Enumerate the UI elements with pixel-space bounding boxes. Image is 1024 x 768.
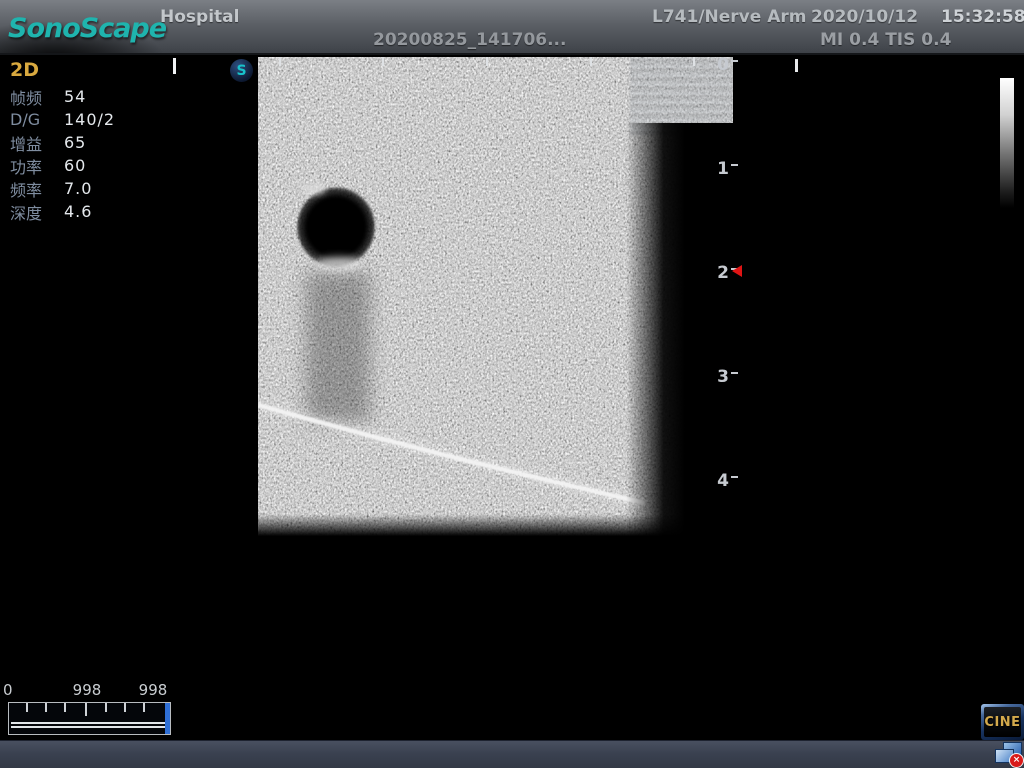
param-row-dg: D/G 140/2	[10, 108, 160, 131]
ruler-tick	[279, 57, 281, 66]
ruler-tick	[590, 57, 592, 66]
parameter-panel: 帧频 54 D/G 140/2 增益 65 功率 60 频率 7.0 深度 4.…	[10, 85, 160, 223]
cine-progress-track[interactable]	[8, 702, 171, 735]
ruler-tick	[693, 57, 695, 66]
cine-button-label: CINE	[984, 715, 1020, 730]
cine-button[interactable]: CINE	[981, 704, 1024, 740]
depth-tick	[731, 372, 738, 374]
param-value: 7.0	[64, 179, 92, 198]
cine-tick	[64, 703, 66, 712]
hospital-name: Hospital	[160, 7, 239, 27]
cine-tick	[143, 703, 145, 712]
depth-number: 2	[717, 264, 729, 283]
mode-label: 2D	[10, 59, 39, 81]
param-label: 深度	[10, 200, 64, 224]
depth-tick	[731, 476, 738, 478]
exam-time: 15:32:58	[941, 7, 1024, 27]
image-bottom-fade	[258, 514, 733, 540]
cine-button-face: CINE	[984, 707, 1021, 737]
depth-mark-1: 1	[704, 160, 738, 180]
depth-mark-4: 4	[704, 472, 738, 492]
taskbar	[0, 740, 1024, 768]
exam-date: 2020/10/12	[811, 7, 918, 27]
ruler-marker	[795, 59, 798, 72]
focus-marker-icon[interactable]	[732, 265, 742, 277]
cine-tick	[26, 703, 28, 712]
ruler-tick	[382, 57, 384, 66]
cine-tick	[124, 703, 126, 712]
param-row-framerate: 帧频 54	[10, 85, 160, 108]
cine-position-indicator[interactable]	[165, 703, 170, 734]
depth-tick	[731, 60, 738, 62]
ultrasound-console-screen: SonoScape Hospital 20200825_141706... L7…	[0, 0, 1024, 768]
param-row-power: 功率 60	[10, 154, 160, 177]
cine-rail	[11, 726, 168, 728]
network-error-badge: ×	[1009, 753, 1024, 768]
param-value: 65	[64, 133, 86, 152]
header-bar: SonoScape Hospital 20200825_141706... L7…	[0, 0, 1024, 55]
depth-mark-0: 0	[704, 56, 738, 76]
ruler-tick	[486, 57, 488, 66]
exam-id: 20200825_141706...	[373, 30, 566, 50]
cine-rail	[11, 722, 168, 724]
depth-mark-3: 3	[704, 368, 738, 388]
probe-orientation-icon: S	[230, 59, 253, 82]
param-value: 140/2	[64, 110, 115, 129]
cine-total-frames: 998	[67, 681, 107, 699]
depth-tick	[731, 164, 738, 166]
param-label: 功率	[10, 154, 64, 178]
cine-tick	[105, 703, 107, 712]
param-row-gain: 增益 65	[10, 131, 160, 154]
cine-current-frame: 998	[133, 681, 173, 699]
param-value: 60	[64, 156, 86, 175]
mi-tis-readout: MI 0.4 TIS 0.4	[820, 30, 951, 50]
depth-number: 1	[717, 160, 729, 179]
cine-start-frame: 0	[3, 681, 13, 699]
depth-number: 3	[717, 368, 729, 387]
param-value: 54	[64, 87, 86, 106]
cine-tick	[45, 703, 47, 712]
param-row-frequency: 频率 7.0	[10, 177, 160, 200]
ultrasound-image[interactable]	[258, 57, 733, 540]
network-status-icon[interactable]: ×	[994, 742, 1023, 768]
param-label: 帧频	[10, 85, 64, 109]
param-label: 增益	[10, 131, 64, 155]
param-label: D/G	[10, 110, 64, 129]
depth-number: 0	[717, 56, 729, 75]
param-value: 4.6	[64, 202, 92, 221]
param-row-depth: 深度 4.6	[10, 200, 160, 223]
grayscale-bar	[1000, 78, 1014, 208]
cine-tick	[85, 703, 87, 716]
param-label: 频率	[10, 177, 64, 201]
depth-number: 4	[717, 472, 729, 491]
sonoscape-logo: SonoScape	[8, 13, 166, 44]
text-cursor-caret	[173, 58, 176, 74]
probe-preset: L741/Nerve Arm	[652, 7, 800, 27]
